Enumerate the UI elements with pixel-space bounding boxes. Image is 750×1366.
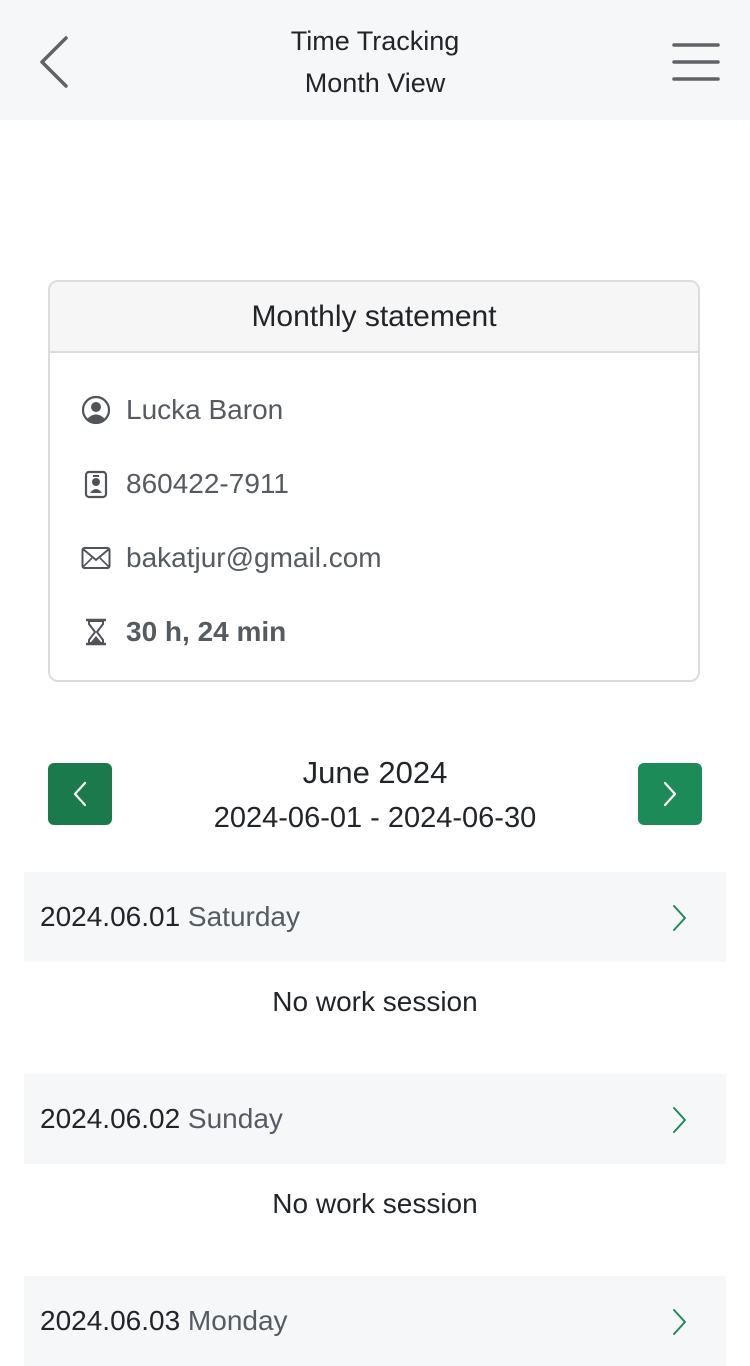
user-circle-icon [80, 394, 112, 426]
card-title: Monthly statement [50, 282, 698, 353]
chevron-right-icon [673, 1107, 686, 1133]
day-date-label: 2024.06.02 Sunday [40, 1074, 283, 1164]
total-time-row: 30 h, 24 min [80, 612, 286, 652]
user-name-row: Lucka Baron [80, 390, 283, 430]
day-date: 2024.06.02 [40, 1103, 181, 1134]
monthly-statement-card: Monthly statement Lucka Baron 860422-791… [48, 280, 700, 682]
page-title-sub: Month View [304, 68, 446, 98]
day-date-label: 2024.06.01 Saturday [40, 872, 300, 962]
no-work-session-text: No work session [272, 1188, 478, 1219]
user-name: Lucka Baron [126, 394, 284, 425]
chevron-right-icon [673, 1309, 686, 1335]
page-title-main: Time Tracking [290, 26, 460, 56]
next-month-button[interactable] [638, 763, 702, 825]
chevron-right-icon [663, 781, 677, 807]
day-row[interactable]: 2024.06.02 Sunday [24, 1074, 726, 1164]
id-number-row: 860422-7911 [80, 464, 289, 504]
email: bakatjur@gmail.com [126, 542, 382, 573]
day-date: 2024.06.01 [40, 901, 181, 932]
hourglass-icon [80, 616, 112, 648]
envelope-icon [80, 542, 112, 574]
page-title: Time Tracking Month View [0, 20, 750, 104]
day-date: 2024.06.03 [40, 1305, 181, 1336]
total-time: 30 h, 24 min [126, 616, 287, 647]
day-weekday: Monday [187, 1305, 288, 1336]
day-row[interactable]: 2024.06.01 Saturday [24, 872, 726, 962]
day-weekday: Saturday [187, 901, 300, 932]
day-weekday: Sunday [187, 1103, 283, 1134]
email-row: bakatjur@gmail.com [80, 538, 382, 578]
day-date-label: 2024.06.03 Monday [40, 1276, 288, 1366]
menu-button[interactable] [672, 42, 720, 82]
day-row[interactable]: 2024.06.03 Monday [24, 1276, 726, 1366]
chevron-right-icon [673, 905, 686, 931]
id-number: 860422-7911 [126, 468, 289, 499]
month-navigation: June 2024 2024-06-01 - 2024-06-30 [0, 752, 750, 842]
top-bar: Time Tracking Month View [0, 0, 750, 120]
hamburger-menu-icon [672, 43, 720, 81]
no-work-session-text: No work session [272, 986, 478, 1017]
id-badge-icon [80, 468, 112, 500]
